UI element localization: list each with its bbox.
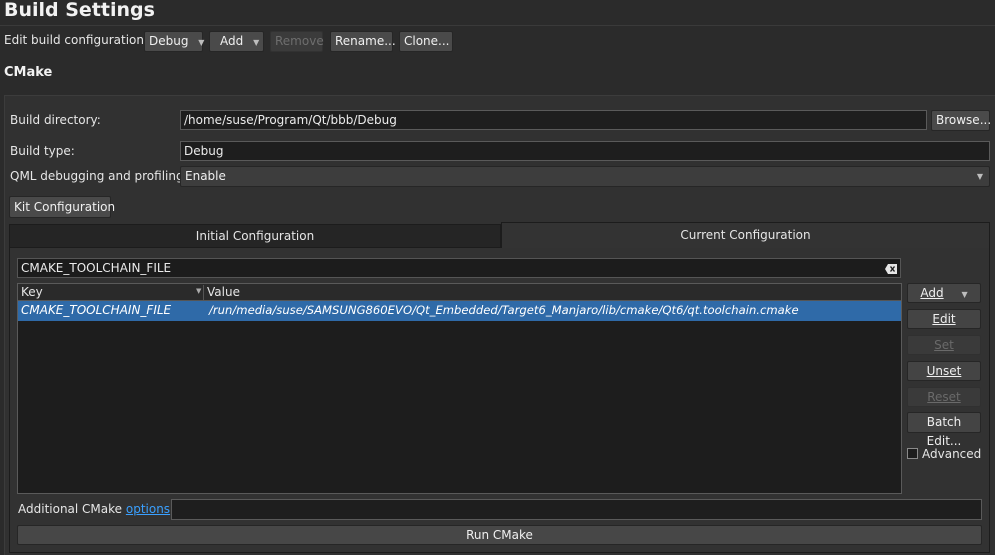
add-configuration-button[interactable]: Add ▼ — [209, 31, 264, 52]
advanced-checkbox-label[interactable]: Advanced — [922, 447, 981, 461]
tab-initial-configuration[interactable]: Initial Configuration — [9, 224, 501, 248]
chevron-down-icon: ▼ — [961, 290, 968, 299]
kit-configuration-button[interactable]: Kit Configuration — [9, 196, 115, 218]
page-title: Build Settings — [4, 0, 155, 21]
tab-current-configuration-label: Current Configuration — [680, 228, 811, 242]
reset-entry-button[interactable]: Reset — [907, 387, 981, 407]
table-header — [18, 284, 901, 301]
chevron-down-icon: ▼ — [198, 38, 205, 47]
add-entry-label: Add — [920, 286, 944, 300]
additional-cmake-prefix: Additional CMake — [18, 502, 126, 516]
header-divider — [203, 285, 204, 300]
build-directory-label: Build directory: — [10, 113, 101, 127]
qml-debugging-select[interactable]: Enable ▼ — [180, 166, 990, 187]
table-cell-key: CMAKE_TOOLCHAIN_FILE — [21, 303, 172, 317]
build-configuration-value: Debug — [149, 34, 189, 48]
build-type-label: Build type: — [10, 144, 75, 158]
qml-debugging-label: QML debugging and profiling: — [10, 169, 188, 183]
additional-cmake-options-label: Additional CMake options: — [18, 502, 174, 516]
filter-input[interactable]: CMAKE_TOOLCHAIN_FILE — [17, 258, 901, 278]
edit-build-configuration-label: Edit build configuration: — [4, 33, 149, 47]
additional-cmake-options-input[interactable] — [171, 499, 982, 520]
build-type-field[interactable]: Debug — [180, 141, 990, 161]
tab-current-configuration[interactable]: Current Configuration — [501, 222, 990, 248]
table-cell-value: /run/media/suse/SAMSUNG860EVO/Qt_Embedde… — [209, 303, 799, 317]
batch-edit-button[interactable]: Batch Edit... — [907, 412, 981, 448]
run-cmake-button[interactable]: Run CMake — [17, 525, 982, 545]
chevron-down-icon: ▼ — [253, 38, 260, 47]
browse-button[interactable]: Browse... — [931, 110, 991, 131]
unset-entry-label: Unset — [926, 364, 962, 378]
edit-entry-label: Edit — [932, 312, 956, 326]
set-entry-label: Set — [934, 338, 954, 352]
build-configuration-select[interactable]: Debug ▼ — [144, 31, 205, 52]
chevron-down-icon: ▼ — [976, 172, 983, 181]
reset-entry-label: Reset — [927, 390, 961, 404]
set-entry-button[interactable]: Set — [907, 335, 981, 355]
clone-configuration-button[interactable]: Clone... — [399, 31, 453, 52]
add-entry-button[interactable]: Add ▼ — [907, 283, 981, 303]
table-row[interactable]: CMAKE_TOOLCHAIN_FILE /run/media/suse/SAM… — [18, 301, 901, 321]
rename-configuration-button[interactable]: Rename... — [330, 31, 396, 52]
sort-indicator-icon: ▼ — [196, 287, 202, 295]
column-header-key[interactable]: Key — [21, 285, 43, 300]
title-divider — [0, 25, 995, 26]
column-header-value[interactable]: Value — [207, 285, 240, 300]
advanced-checkbox[interactable] — [907, 448, 918, 459]
section-title: CMake — [4, 65, 53, 80]
qml-debugging-value: Enable — [185, 169, 226, 183]
build-directory-field[interactable]: /home/suse/Program/Qt/bbb/Debug — [180, 110, 927, 130]
options-link[interactable]: options — [126, 502, 170, 516]
filter-input-value: CMAKE_TOOLCHAIN_FILE — [21, 261, 172, 275]
unset-entry-button[interactable]: Unset — [907, 361, 981, 381]
remove-configuration-button[interactable]: Remove — [270, 31, 324, 52]
clear-filter-icon[interactable] — [885, 263, 897, 274]
tab-initial-configuration-label: Initial Configuration — [195, 229, 315, 243]
edit-entry-button[interactable]: Edit — [907, 309, 981, 329]
add-configuration-label: Add — [220, 34, 244, 48]
